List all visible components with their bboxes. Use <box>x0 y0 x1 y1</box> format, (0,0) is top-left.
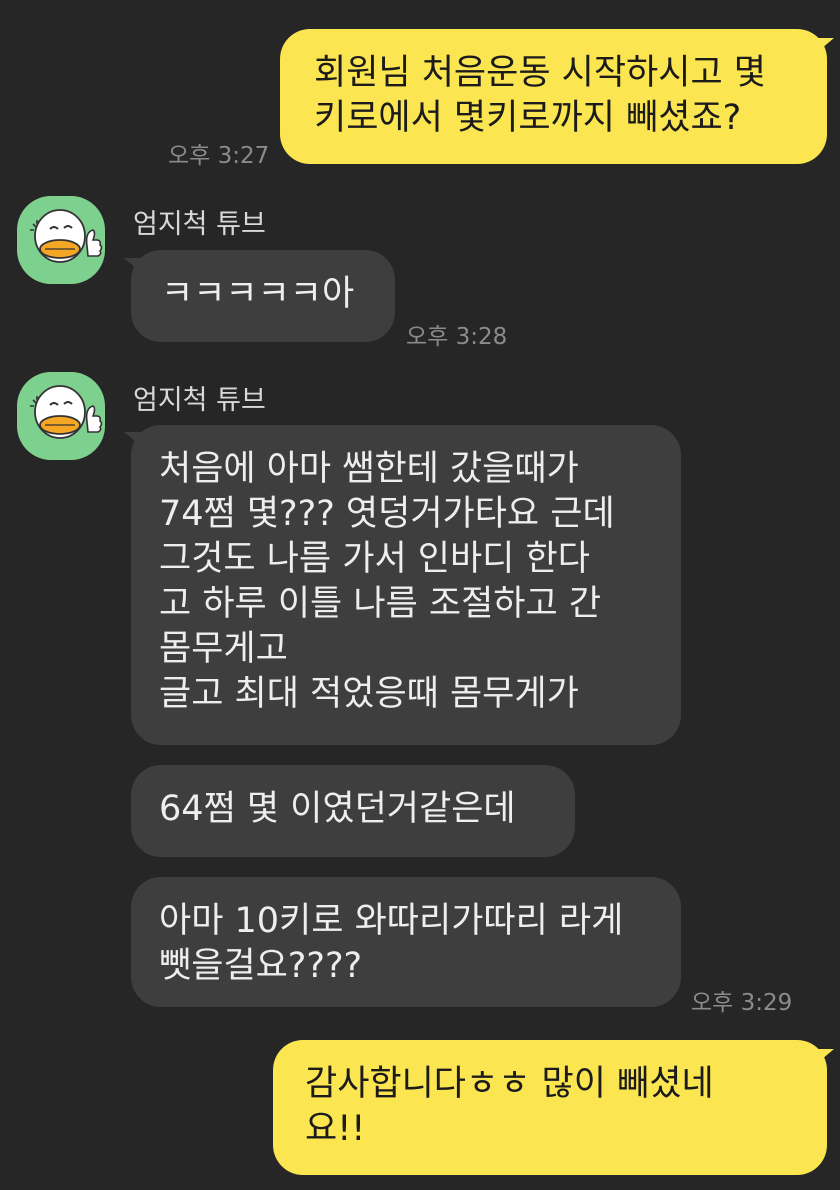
sender-avatar[interactable] <box>17 196 105 284</box>
incoming-message-bubble[interactable]: 처음에 아마 쌤한테 갔을때가 74쩜 몇??? 엿덩거가타요 근데 그것도 나… <box>131 425 681 745</box>
outgoing-message-bubble[interactable]: 감사합니다ㅎㅎ 많이 빼셨네 요!! <box>273 1040 827 1175</box>
outgoing-message-bubble[interactable]: 회원님 처음운동 시작하시고 몇 키로에서 몇키로까지 빼셨죠? <box>280 29 827 164</box>
message-timestamp: 오후 3:27 <box>168 143 270 169</box>
message-timestamp: 오후 3:28 <box>406 324 508 350</box>
message-timestamp: 오후 3:29 <box>691 990 793 1016</box>
incoming-message-bubble[interactable]: 아마 10키로 와따리가따리 라게 뺏을걸요???? <box>131 877 681 1007</box>
sender-name: 엄지척 튜브 <box>133 385 266 416</box>
sender-avatar[interactable] <box>17 372 105 460</box>
incoming-message-bubble[interactable]: 64쩜 몇 이였던거같은데 <box>131 765 575 857</box>
thumbs-up-character-icon <box>30 385 103 439</box>
sender-name: 엄지척 튜브 <box>133 209 266 240</box>
incoming-message-bubble[interactable]: ㅋㅋㅋㅋㅋ아 <box>131 250 395 342</box>
thumbs-up-character-icon <box>30 209 103 263</box>
